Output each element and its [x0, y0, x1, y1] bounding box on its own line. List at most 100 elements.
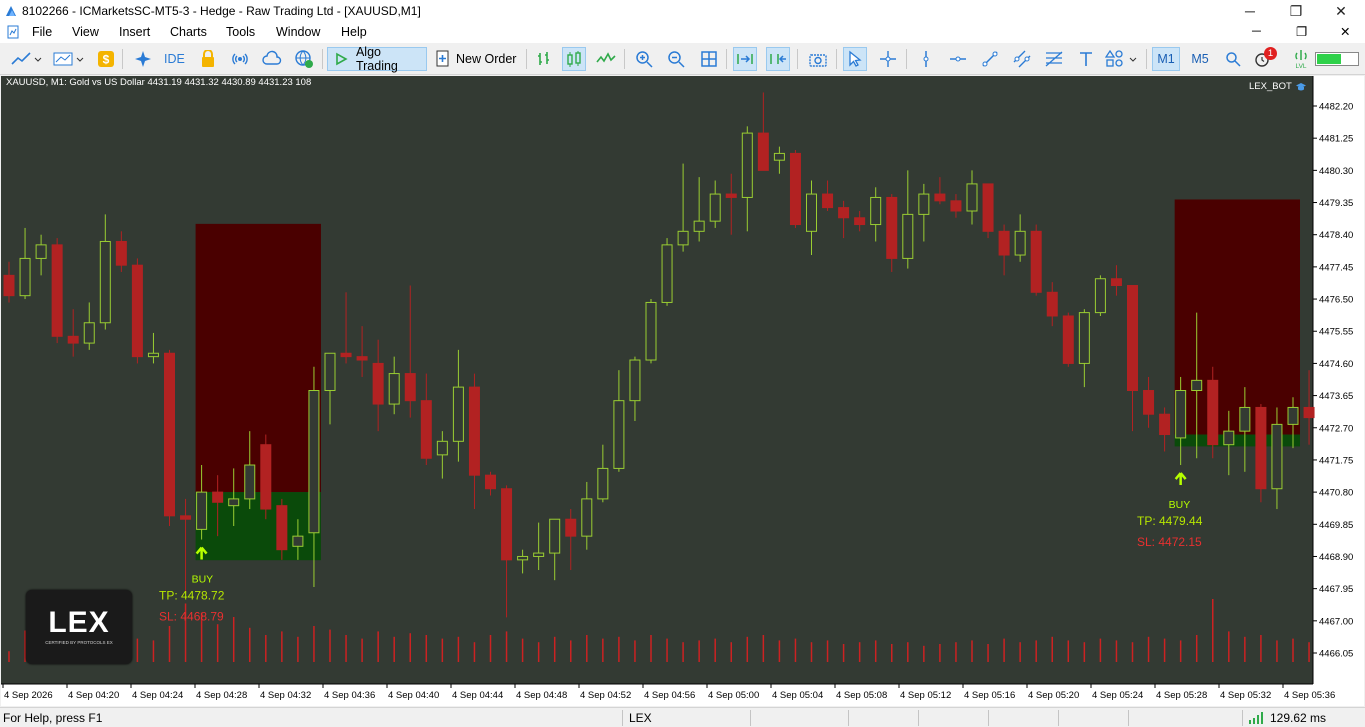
timeframe-m5-button[interactable]: M5: [1186, 47, 1214, 71]
signal-button[interactable]: LVL: [1289, 47, 1313, 71]
time-tick-label: 4 Sep 05:08: [836, 690, 887, 701]
candle-body: [757, 132, 769, 171]
candle-body: [661, 244, 673, 303]
autoscroll-icon: [737, 54, 753, 64]
menu-view[interactable]: View: [70, 25, 101, 39]
mdi-close-button[interactable]: ✕: [1338, 24, 1352, 39]
chart-shift-button[interactable]: [766, 47, 790, 71]
take-profit-label: TP: 4478.72: [159, 589, 225, 603]
candle-body: [709, 193, 721, 222]
help-text: For Help, press F1: [3, 711, 103, 725]
screenshot-button[interactable]: [806, 47, 830, 71]
zoom-out-icon: [668, 51, 685, 68]
bar-chart-icon: [538, 52, 549, 65]
time-tick-label: 4 Sep 04:36: [324, 690, 375, 701]
price-tick-label: 4478.40: [1319, 230, 1353, 241]
radio-button[interactable]: [228, 47, 252, 71]
strategy-tester-icon: [135, 51, 151, 67]
timeframe-m1-button[interactable]: M1: [1152, 47, 1180, 71]
search-button[interactable]: [1221, 47, 1245, 71]
signals-button[interactable]: [196, 47, 220, 71]
minimize-button[interactable]: ─: [1227, 0, 1273, 23]
candle-body: [356, 356, 368, 361]
candle-body: [1110, 278, 1122, 287]
shapes-button[interactable]: [1104, 47, 1140, 71]
price-tick-label: 4477.45: [1319, 262, 1353, 273]
expert-indicator[interactable]: LEX_BOT: [1249, 81, 1307, 92]
time-tick-label: 4 Sep 04:44: [452, 690, 503, 701]
menu-charts[interactable]: Charts: [168, 25, 209, 39]
menu-help[interactable]: Help: [339, 25, 369, 39]
channel-icon: [1013, 50, 1031, 68]
mdi-restore-button[interactable]: ❐: [1294, 24, 1309, 39]
candle-body: [1127, 285, 1138, 392]
candle-body: [789, 152, 801, 226]
candle-body: [308, 390, 320, 534]
text-button[interactable]: [1074, 47, 1098, 71]
menu-tools[interactable]: Tools: [224, 25, 257, 39]
candle-body: [886, 196, 898, 259]
price-tick-label: 4480.30: [1319, 166, 1353, 177]
trendline-button[interactable]: [978, 47, 1002, 71]
cloud-button[interactable]: [260, 47, 284, 71]
window-title: 8102266 - ICMarketsSC-MT5-3 - Hedge - Ra…: [22, 4, 421, 18]
menu-window[interactable]: Window: [274, 25, 322, 39]
algo-trading-button[interactable]: Algo Trading: [327, 45, 427, 73]
play-icon: [336, 52, 348, 66]
market-button[interactable]: $: [94, 47, 118, 71]
text-icon: [1080, 52, 1092, 66]
candle-body: [517, 555, 529, 561]
strategy-tester-button[interactable]: [131, 47, 155, 71]
new-order-button[interactable]: New Order: [432, 47, 522, 71]
bar-chart-button[interactable]: [532, 47, 556, 71]
menu-insert[interactable]: Insert: [117, 25, 152, 39]
chart-profiles-button[interactable]: [50, 47, 86, 71]
algo-trading-label: Algo Trading: [355, 45, 398, 73]
autoscroll-button[interactable]: [733, 47, 757, 71]
time-tick-label: 4 Sep 05:00: [708, 690, 759, 701]
vps-button[interactable]: [292, 47, 316, 71]
candle-body: [420, 400, 432, 459]
price-tick-label: 4467.00: [1319, 616, 1353, 627]
new-chart-button[interactable]: [8, 47, 44, 71]
tile-icon: [701, 51, 717, 67]
menu-bar: File View Insert Charts Tools Window Hel…: [0, 23, 1365, 43]
candle-body: [1062, 315, 1074, 364]
cursor-button[interactable]: [843, 47, 867, 71]
time-tick-label: 4 Sep 05:04: [772, 690, 823, 701]
price-tick-label: 4474.60: [1319, 359, 1353, 370]
zoom-out-button[interactable]: [664, 47, 688, 71]
crosshair-button[interactable]: [876, 47, 900, 71]
tile-windows-button[interactable]: [697, 47, 721, 71]
mdi-minimize-button[interactable]: ─: [1250, 24, 1263, 38]
price-tick-label: 4476.50: [1319, 295, 1353, 306]
candle-body: [918, 193, 930, 215]
fibonacci-button[interactable]: [1042, 47, 1066, 71]
candle-body: [741, 132, 753, 198]
zoom-in-button[interactable]: [632, 47, 656, 71]
candle-body: [164, 352, 175, 517]
candles-button[interactable]: [562, 47, 586, 71]
candle-body: [115, 240, 127, 266]
price-tick-label: 4479.35: [1319, 198, 1353, 209]
notification-badge: 1: [1264, 47, 1277, 60]
menu-file[interactable]: File: [30, 25, 54, 39]
notifications-button[interactable]: 1: [1252, 47, 1277, 71]
chart-window[interactable]: BUY TP: 4478.72 SL: 4468.79 BUY TP: 4479.44 S…: [1, 76, 1364, 706]
chart-profiles-icon: [53, 52, 84, 66]
new-order-icon: [436, 50, 449, 67]
connection-bar-icon: [1315, 52, 1359, 66]
channel-button[interactable]: [1010, 47, 1034, 71]
maximize-button[interactable]: ❐: [1273, 0, 1319, 23]
title-bar: 8102266 - ICMarketsSC-MT5-3 - Hedge - Ra…: [0, 0, 1365, 23]
price-chart[interactable]: BUY TP: 4478.72 SL: 4468.79 BUY TP: 4479.44 S…: [1, 76, 1364, 706]
candle-body: [1046, 291, 1058, 317]
close-button[interactable]: ✕: [1318, 0, 1364, 23]
candle-body: [1175, 390, 1187, 439]
line-chart-button[interactable]: [594, 47, 618, 71]
chart-document-icon[interactable]: [6, 24, 20, 40]
horizontal-line-button[interactable]: [946, 47, 970, 71]
time-tick-label: 4 Sep 04:52: [580, 690, 631, 701]
ide-button[interactable]: IDE: [164, 47, 185, 71]
vertical-line-button[interactable]: [914, 47, 938, 71]
